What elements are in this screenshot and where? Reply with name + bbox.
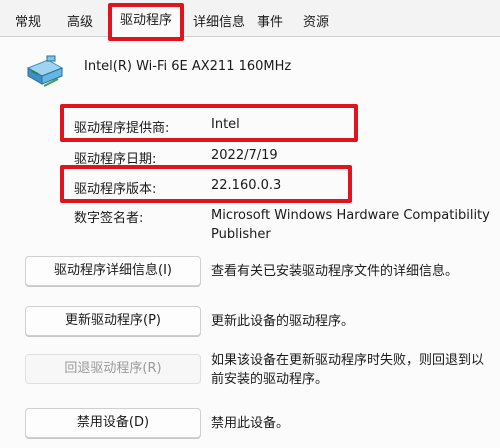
date-label: 驱动程序日期:: [74, 152, 157, 167]
update-driver-desc: 更新此设备的驱动程序。: [211, 314, 355, 329]
driver-details-button[interactable]: 驱动程序详细信息(I): [25, 256, 201, 286]
tab-advanced[interactable]: 高级: [58, 8, 102, 36]
tab-driver[interactable]: 驱动程序: [110, 6, 182, 37]
driver-tab-panel: Intel(R) Wi-Fi 6E AX211 160MHz 驱动程序提供商: …: [0, 37, 500, 448]
provider-label: 驱动程序提供商:: [74, 121, 170, 136]
update-driver-button[interactable]: 更新驱动程序(P): [25, 306, 201, 336]
rollback-driver-desc: 如果该设备在更新驱动程序时失败，则回退到以前安装的驱动程序。: [211, 353, 485, 387]
disable-device-button[interactable]: 禁用设备(D): [25, 408, 201, 438]
tab-general[interactable]: 常规: [6, 8, 50, 36]
tab-events[interactable]: 事件: [250, 8, 290, 36]
tab-details[interactable]: 详细信息: [188, 8, 250, 36]
signer-value: Microsoft Windows Hardware Compatibility…: [211, 208, 490, 242]
tab-bar: 常规 高级 驱动程序 详细信息 事件 资源: [0, 0, 500, 37]
driver-details-desc: 查看有关已安装驱动程序文件的详细信息。: [211, 264, 459, 279]
date-value: 2022/7/19: [211, 148, 278, 163]
version-value: 22.160.0.3: [211, 178, 282, 193]
disable-device-desc: 禁用此设备。: [211, 416, 290, 431]
device-name: Intel(R) Wi-Fi 6E AX211 160MHz: [84, 59, 292, 74]
tab-resources[interactable]: 资源: [296, 8, 336, 36]
version-label: 驱动程序版本:: [74, 182, 157, 197]
rollback-driver-button: 回退驱动程序(R): [25, 354, 201, 384]
signer-label: 数字签名者:: [74, 211, 144, 226]
network-adapter-icon: [26, 55, 64, 87]
provider-value: Intel: [211, 117, 240, 132]
